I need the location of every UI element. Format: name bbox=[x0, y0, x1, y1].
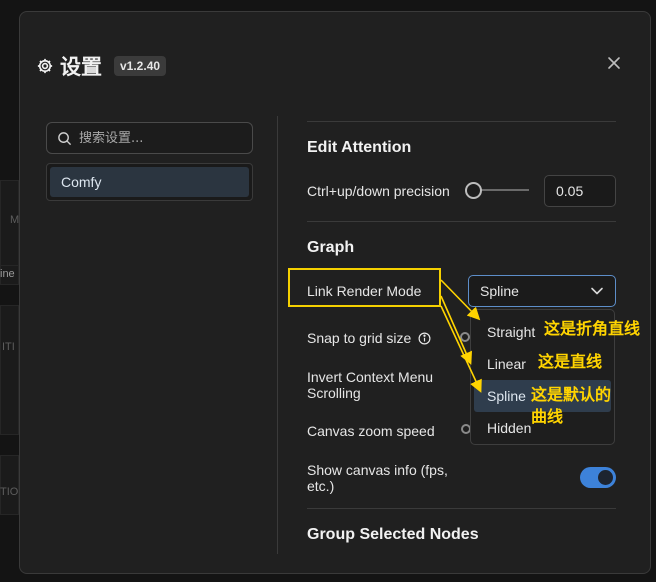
link-render-mode-select[interactable]: Spline bbox=[468, 275, 616, 307]
canvas-info-label-line1: Show canvas info (fps, bbox=[307, 462, 448, 478]
search-input[interactable] bbox=[79, 130, 239, 146]
background-panel bbox=[0, 455, 19, 515]
invert-scroll-label: Invert Context Menu Scrolling bbox=[307, 369, 433, 401]
search-box[interactable] bbox=[46, 122, 253, 154]
snap-grid-label-text: Snap to grid size bbox=[307, 330, 412, 346]
annotation-straight: 这是折角直线 bbox=[544, 319, 641, 338]
section-title-group-selected: Group Selected Nodes bbox=[307, 526, 479, 543]
search-icon bbox=[58, 131, 72, 145]
precision-slider-thumb[interactable] bbox=[465, 182, 482, 199]
invert-scroll-label-line2: Scrolling bbox=[307, 385, 361, 401]
snap-grid-slider-thumb[interactable] bbox=[460, 332, 470, 342]
chevron-down-icon bbox=[591, 287, 603, 295]
canvas-info-label-line2: etc.) bbox=[307, 478, 335, 494]
section-title-graph: Graph bbox=[307, 239, 355, 256]
panel-divider bbox=[277, 116, 278, 554]
divider bbox=[307, 221, 616, 222]
snap-grid-label: Snap to grid size bbox=[307, 330, 431, 346]
divider bbox=[307, 508, 616, 509]
annotation-spline-line2: 曲线 bbox=[531, 407, 564, 426]
invert-scroll-label-line1: Invert Context Menu bbox=[307, 369, 434, 385]
dialog-title: 设置 bbox=[60, 55, 102, 79]
category-item-comfy[interactable]: Comfy bbox=[50, 167, 249, 197]
toggle-knob bbox=[598, 470, 613, 485]
version-badge: v1.2.40 bbox=[114, 56, 167, 76]
annotation-spline: 这是默认的 曲线 bbox=[531, 384, 611, 428]
background-text: ITI bbox=[2, 341, 15, 353]
section-title-edit-attention: Edit Attention bbox=[307, 139, 412, 156]
close-icon[interactable] bbox=[603, 52, 625, 74]
link-render-mode-value: Spline bbox=[480, 283, 519, 299]
annotation-spline-line1: 这是默认的 bbox=[531, 385, 612, 404]
info-icon[interactable] bbox=[418, 332, 431, 345]
divider bbox=[307, 121, 616, 122]
annotation-highlight-box bbox=[288, 268, 441, 307]
canvas-info-toggle[interactable] bbox=[580, 467, 616, 488]
precision-input[interactable]: 0.05 bbox=[544, 175, 616, 207]
background-text: M bbox=[10, 214, 20, 226]
canvas-info-label: Show canvas info (fps, etc.) bbox=[307, 462, 448, 494]
background-panel bbox=[0, 305, 19, 435]
category-list: Comfy bbox=[46, 163, 253, 201]
annotation-linear: 这是直线 bbox=[538, 352, 603, 371]
dialog-header: 设置 v1.2.40 bbox=[36, 51, 167, 81]
background-text: TIO bbox=[0, 486, 19, 498]
precision-label: Ctrl+up/down precision bbox=[307, 183, 450, 199]
background-text: ine bbox=[0, 268, 15, 280]
gear-icon bbox=[37, 58, 53, 74]
zoom-speed-label: Canvas zoom speed bbox=[307, 423, 435, 439]
